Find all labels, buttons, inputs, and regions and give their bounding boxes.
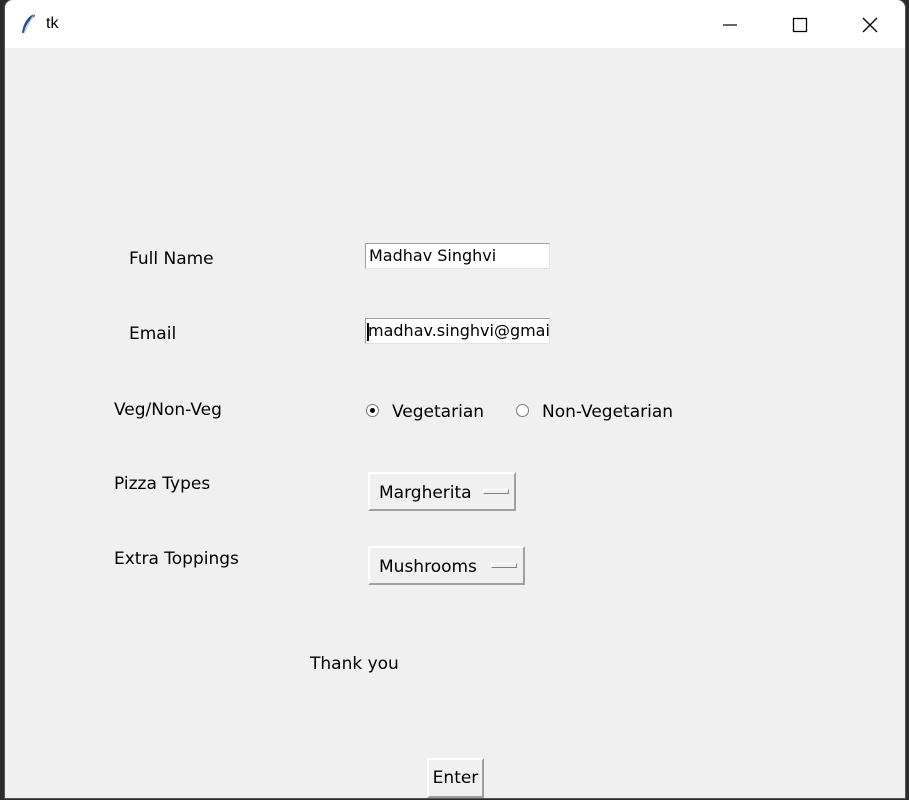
enter-button[interactable]: Enter bbox=[427, 758, 484, 798]
toppings-selected: Mushrooms bbox=[379, 557, 477, 577]
maximize-icon bbox=[792, 17, 808, 33]
toppings-dropdown[interactable]: Mushrooms bbox=[368, 546, 525, 585]
minimize-button[interactable] bbox=[695, 0, 765, 48]
full-name-value: Madhav Singhvi bbox=[369, 246, 497, 265]
radio-non-vegetarian-label: Non-Vegetarian bbox=[542, 402, 674, 422]
radio-non-vegetarian[interactable]: Non-Vegetarian bbox=[516, 400, 676, 424]
close-button[interactable] bbox=[835, 0, 905, 48]
dropdown-indicator-icon bbox=[483, 489, 509, 494]
maximize-button[interactable] bbox=[765, 0, 835, 48]
diet-label: Veg/Non-Veg bbox=[114, 400, 222, 420]
full-name-label: Full Name bbox=[129, 249, 214, 269]
pizza-types-label: Pizza Types bbox=[114, 474, 211, 494]
dropdown-indicator-icon bbox=[491, 563, 517, 568]
radio-vegetarian[interactable]: Vegetarian bbox=[366, 400, 485, 424]
pizza-type-dropdown[interactable]: Margherita bbox=[368, 472, 516, 511]
minimize-icon bbox=[723, 24, 737, 26]
extra-toppings-label: Extra Toppings bbox=[114, 549, 239, 569]
email-input[interactable]: madhav.singhvi@gmai bbox=[365, 318, 550, 344]
radio-button-unselected[interactable] bbox=[516, 404, 529, 417]
window-title: tk bbox=[46, 15, 59, 32]
radio-button-selected[interactable] bbox=[366, 404, 379, 417]
radio-dot bbox=[370, 408, 375, 413]
status-message: Thank you bbox=[310, 654, 399, 674]
text-cursor bbox=[367, 323, 369, 341]
app-window: tk Full Name Madhav Singhvi Email madhav… bbox=[5, 0, 905, 798]
email-value: madhav.singhvi@gmai bbox=[368, 321, 550, 340]
close-icon bbox=[862, 17, 878, 33]
title-bar[interactable]: tk bbox=[5, 0, 905, 48]
email-label: Email bbox=[129, 324, 177, 344]
radio-vegetarian-label: Vegetarian bbox=[392, 402, 485, 422]
pizza-type-selected: Margherita bbox=[379, 483, 472, 503]
tk-feather-icon bbox=[22, 13, 35, 34]
full-name-input[interactable]: Madhav Singhvi bbox=[365, 243, 550, 269]
